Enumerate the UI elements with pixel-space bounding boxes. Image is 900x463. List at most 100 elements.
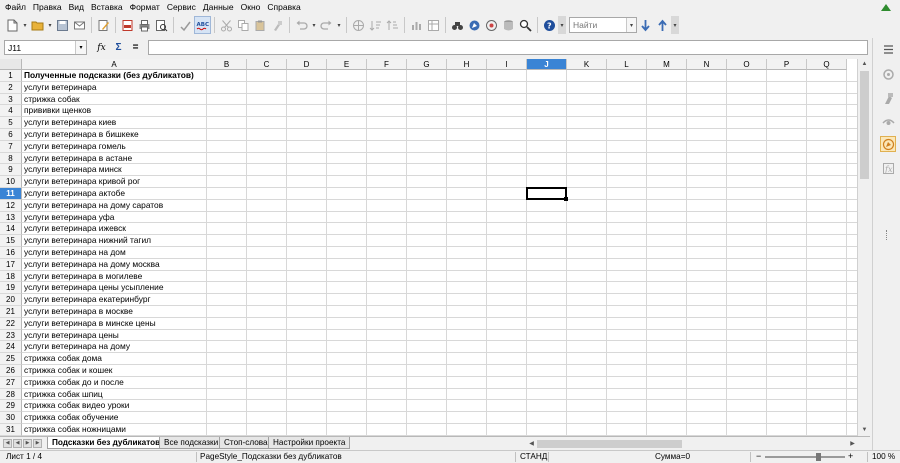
menu-insert[interactable]: Вставка <box>88 0 127 14</box>
cell-a[interactable]: услуги ветеринара <box>24 82 96 94</box>
cell-a[interactable]: стрижка собак видео уроки <box>24 400 129 412</box>
row-header[interactable]: 8 <box>0 152 22 165</box>
select-all-corner[interactable] <box>0 59 22 70</box>
column-header-e[interactable]: E <box>327 59 367 70</box>
open-button[interactable] <box>29 16 46 34</box>
cell-a[interactable]: услуги ветеринара на дом <box>24 247 126 259</box>
spreadsheet-grid[interactable]: A B C D E F G H I J K L M N O P Q 1 Полученные подсказки (… <box>0 59 857 436</box>
row-header[interactable]: 3 <box>0 93 22 106</box>
zoom-slider[interactable] <box>765 456 845 458</box>
row-header[interactable]: 20 <box>0 294 22 306</box>
sidebar-functions-button[interactable]: fx <box>880 160 896 176</box>
cell-a[interactable]: услуги ветеринара на дому саратов <box>24 200 163 212</box>
cell-a[interactable]: услуги ветеринара цены <box>24 330 119 342</box>
row-header[interactable]: 14 <box>0 223 22 236</box>
column-header-p[interactable]: P <box>767 59 807 70</box>
copy-button[interactable] <box>235 16 252 34</box>
cell-a[interactable]: услуги ветеринара ижевск <box>24 223 126 235</box>
column-header-h[interactable]: H <box>447 59 487 70</box>
scroll-right-arrow-icon[interactable]: ▶ <box>848 439 857 449</box>
cell-a[interactable]: стрижка собак <box>24 94 80 106</box>
cell-a[interactable]: стрижка собак ножницами <box>24 424 126 436</box>
clone-formatting-button[interactable] <box>269 16 286 34</box>
row-header[interactable]: 31 <box>0 424 22 436</box>
column-header-n[interactable]: N <box>687 59 727 70</box>
column-header-f[interactable]: F <box>367 59 407 70</box>
row-header[interactable]: 11 <box>0 188 22 200</box>
row-header[interactable]: 28 <box>0 388 22 401</box>
cell-a[interactable]: услуги ветеринара уфа <box>24 212 114 224</box>
find-toolbar-options-dropdown[interactable]: ▾ <box>671 16 679 34</box>
cell-a[interactable]: услуги ветеринара в могилеве <box>24 271 142 283</box>
find-box[interactable]: Найти ▾ <box>569 17 637 33</box>
sheet-tab-project-settings[interactable]: Настройки проекта <box>268 437 351 449</box>
cell-a[interactable]: услуги ветеринара цены усыпление <box>24 282 163 294</box>
pivot-table-button[interactable] <box>425 16 442 34</box>
help-button[interactable]: ? <box>541 16 558 34</box>
redo-button[interactable] <box>318 16 335 34</box>
row-header[interactable]: 16 <box>0 247 22 259</box>
row-header[interactable]: 27 <box>0 376 22 389</box>
menu-data[interactable]: Данные <box>200 0 238 14</box>
selection-mode-status[interactable]: СТАНД <box>520 451 547 463</box>
sidebar-gallery-button[interactable] <box>880 114 896 130</box>
row-header[interactable]: 24 <box>0 341 22 354</box>
previous-sheet-button[interactable]: ◀ <box>13 439 22 448</box>
row-header[interactable]: 15 <box>0 235 22 247</box>
zoom-level-status[interactable]: 100 % <box>872 451 895 463</box>
row-header[interactable]: 17 <box>0 258 22 271</box>
chevron-down-icon[interactable]: ▾ <box>75 41 86 54</box>
column-header-m[interactable]: M <box>647 59 687 70</box>
vertical-scrollbar[interactable]: ▲ ▼ <box>857 59 870 436</box>
find-previous-button[interactable] <box>654 16 671 34</box>
scroll-down-arrow-icon[interactable]: ▼ <box>858 425 871 436</box>
cell-a[interactable]: стрижка собак шпиц <box>24 389 103 401</box>
menu-format[interactable]: Формат <box>127 0 164 14</box>
print-button[interactable] <box>136 16 153 34</box>
formula-button[interactable]: = <box>127 40 144 55</box>
find-next-button[interactable] <box>637 16 654 34</box>
sort-ascending-button[interactable] <box>367 16 384 34</box>
data-sources-button[interactable] <box>500 16 517 34</box>
row-header[interactable]: 4 <box>0 105 22 118</box>
find-replace-button[interactable] <box>449 16 466 34</box>
find-input[interactable]: Найти <box>570 20 626 30</box>
row-header[interactable]: 21 <box>0 306 22 318</box>
cell-a[interactable]: услуги ветеринара минск <box>24 164 122 176</box>
cell-a[interactable]: услуги ветеринара нижний тагил <box>24 235 151 247</box>
cell-a[interactable]: услуги ветеринара на дому <box>24 341 130 353</box>
sidebar-properties-button[interactable] <box>880 66 896 82</box>
row-header[interactable]: 6 <box>0 129 22 141</box>
find-history-dropdown[interactable]: ▾ <box>626 18 636 32</box>
column-header-l[interactable]: L <box>607 59 647 70</box>
menu-help[interactable]: Справка <box>264 0 304 14</box>
menu-view[interactable]: Вид <box>66 0 88 14</box>
menu-window[interactable]: Окно <box>238 0 265 14</box>
print-preview-button[interactable] <box>153 16 170 34</box>
sheet-tab-stop-words[interactable]: Стоп-слова <box>219 437 273 449</box>
zoom-slider-handle[interactable] <box>816 453 821 461</box>
column-header-q[interactable]: Q <box>807 59 847 70</box>
cell-a[interactable]: стрижка собак дома <box>24 353 102 365</box>
auto-spellcheck-button[interactable]: ABC <box>194 16 211 34</box>
cell-a[interactable]: услуги ветеринара екатеринбург <box>24 294 151 306</box>
last-sheet-button[interactable]: ▶ <box>33 439 42 448</box>
column-header-o[interactable]: O <box>727 59 767 70</box>
insert-chart-button[interactable] <box>408 16 425 34</box>
hyperlink-button[interactable] <box>350 16 367 34</box>
zoom-out-button[interactable]: − <box>756 450 761 462</box>
column-header-j[interactable]: J <box>527 59 567 70</box>
cell-a[interactable]: услуги ветеринара в астане <box>24 153 132 165</box>
cell-a[interactable]: Полученные подсказки (без дубликатов) <box>24 70 194 82</box>
row-header[interactable]: 1 <box>0 70 22 82</box>
row-header[interactable]: 10 <box>0 176 22 188</box>
column-header-d[interactable]: D <box>287 59 327 70</box>
zoom-in-button[interactable]: + <box>848 450 853 462</box>
cell-a[interactable]: прививки щенков <box>24 105 91 117</box>
column-header-k[interactable]: K <box>567 59 607 70</box>
column-header-a[interactable]: A <box>22 59 207 70</box>
undo-button[interactable] <box>293 16 310 34</box>
row-header[interactable]: 23 <box>0 329 22 342</box>
undo-dropdown[interactable]: ▾ <box>310 16 318 34</box>
cell-a[interactable]: услуги ветеринара на дому москва <box>24 259 160 271</box>
